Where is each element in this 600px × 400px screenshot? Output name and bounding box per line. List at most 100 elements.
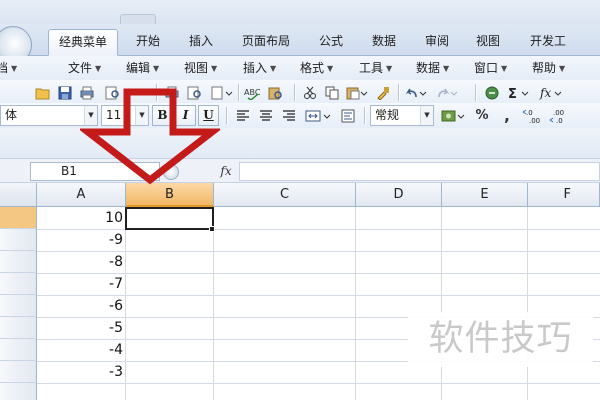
tab-insert[interactable]: 插入 bbox=[181, 29, 221, 56]
column-header-b[interactable]: B bbox=[126, 183, 214, 207]
insert-function-button[interactable]: fx bbox=[216, 162, 236, 181]
cell-a8[interactable]: -3 bbox=[37, 361, 125, 383]
tab-developer[interactable]: 开发工 bbox=[524, 29, 600, 56]
name-box[interactable]: B1 bbox=[30, 162, 160, 181]
undo-icon[interactable] bbox=[403, 82, 429, 103]
formula-input[interactable] bbox=[239, 162, 600, 181]
tab-view[interactable]: 视图 bbox=[468, 29, 508, 56]
tab-classic-menu[interactable]: 经典菜单 bbox=[48, 29, 118, 56]
chevron-down-icon: ▼ bbox=[153, 64, 160, 73]
excel-window: 经典菜单 开始 插入 页面布局 公式 数据 审阅 视图 开发工 档 ▼ 文件 ▼ 编… bbox=[0, 0, 600, 400]
toolbar-separator bbox=[364, 107, 365, 124]
font-size-select[interactable]: 11 ▼ bbox=[101, 105, 149, 126]
research-icon[interactable] bbox=[209, 82, 235, 103]
merge-center-icon[interactable] bbox=[303, 105, 333, 126]
cell-a6[interactable]: -5 bbox=[37, 317, 125, 339]
copy-icon[interactable] bbox=[322, 82, 342, 103]
menu-data[interactable]: 数据 ▼ bbox=[416, 60, 449, 77]
tab-formulas[interactable]: 公式 bbox=[311, 29, 351, 56]
menu-edit[interactable]: 编辑 ▼ bbox=[126, 60, 159, 77]
print-preview-icon[interactable] bbox=[185, 82, 205, 103]
print-icon[interactable] bbox=[162, 82, 182, 103]
italic-button[interactable]: I bbox=[175, 105, 196, 126]
spell-check-icon[interactable]: ABC bbox=[243, 82, 263, 103]
gridline bbox=[213, 207, 214, 400]
cell-a3[interactable]: -8 bbox=[37, 251, 125, 273]
fill-handle[interactable] bbox=[209, 226, 215, 232]
tab-review[interactable]: 审阅 bbox=[417, 29, 457, 56]
menu-tools[interactable]: 工具 ▼ bbox=[359, 60, 392, 77]
gridline bbox=[125, 207, 126, 400]
cell-a7[interactable]: -4 bbox=[37, 339, 125, 361]
column-header-e[interactable]: E bbox=[442, 183, 528, 207]
menu-file[interactable]: 文件 ▼ bbox=[68, 60, 101, 77]
align-left-icon[interactable] bbox=[233, 105, 253, 126]
column-header-d[interactable]: D bbox=[356, 183, 442, 207]
hyperlink-icon[interactable] bbox=[481, 82, 503, 103]
chevron-down-icon: ▼ bbox=[211, 64, 218, 73]
format-painter-icon[interactable] bbox=[373, 82, 393, 103]
cell-a4[interactable]: -7 bbox=[37, 273, 125, 295]
chevron-down-icon[interactable]: ▼ bbox=[135, 106, 148, 125]
save-icon[interactable] bbox=[56, 82, 74, 103]
print-icon[interactable] bbox=[78, 82, 96, 103]
decrease-decimal-icon[interactable]: .00.0 bbox=[548, 105, 572, 126]
increase-decimal-icon[interactable]: .0.00 bbox=[521, 105, 545, 126]
row-header[interactable] bbox=[0, 229, 37, 251]
tab-data[interactable]: 数据 bbox=[364, 29, 404, 56]
open-folder-icon[interactable] bbox=[34, 82, 52, 103]
ribbon-background bbox=[0, 128, 600, 158]
classic-menu-bar: 档 ▼ 文件 ▼ 编辑 ▼ 视图 ▼ 插入 ▼ 格式 ▼ 工具 ▼ 数据 ▼ 窗口 ▼ 帮助 ▼ bbox=[0, 56, 600, 80]
redo-icon[interactable] bbox=[434, 82, 460, 103]
chevron-down-icon[interactable]: ▼ bbox=[420, 106, 433, 125]
print-preview-icon[interactable] bbox=[104, 82, 122, 103]
chevron-down-icon: ▼ bbox=[443, 64, 450, 73]
svg-text:.0: .0 bbox=[556, 117, 563, 124]
row-header[interactable] bbox=[0, 361, 37, 383]
autosum-icon[interactable]: Σ bbox=[505, 82, 531, 103]
gridline bbox=[37, 383, 600, 384]
active-cell-b1[interactable] bbox=[125, 207, 214, 230]
row-header[interactable] bbox=[0, 207, 37, 229]
cell-a2[interactable]: -9 bbox=[37, 229, 125, 251]
chevron-down-icon: ▼ bbox=[501, 64, 508, 73]
row-header[interactable] bbox=[0, 273, 37, 295]
menu-all[interactable]: 档 ▼ bbox=[0, 60, 17, 77]
cut-icon[interactable] bbox=[300, 82, 320, 103]
number-format-select[interactable]: 常规 ▼ bbox=[370, 105, 434, 126]
font-name-select[interactable]: 体 ▼ bbox=[0, 105, 98, 126]
select-all-button[interactable] bbox=[0, 183, 37, 207]
column-header-f[interactable]: F bbox=[528, 183, 600, 207]
menu-insert[interactable]: 插入 ▼ bbox=[243, 60, 276, 77]
insert-function-icon[interactable]: fx bbox=[536, 82, 564, 103]
chevron-down-icon[interactable]: ▼ bbox=[84, 106, 97, 125]
bold-button[interactable]: B bbox=[152, 105, 173, 126]
row-header[interactable] bbox=[0, 383, 37, 400]
wrap-text-icon[interactable] bbox=[338, 105, 358, 126]
row-header[interactable] bbox=[0, 317, 37, 339]
row-header[interactable] bbox=[0, 251, 37, 273]
underline-button[interactable]: U bbox=[198, 105, 219, 126]
quick-access-tab[interactable] bbox=[120, 14, 156, 24]
paste-icon[interactable] bbox=[344, 82, 370, 103]
research-book-icon[interactable] bbox=[265, 82, 285, 103]
menu-view[interactable]: 视图 ▼ bbox=[184, 60, 217, 77]
name-box-resize-handle[interactable] bbox=[163, 164, 179, 180]
row-header[interactable] bbox=[0, 339, 37, 361]
column-header-a[interactable]: A bbox=[37, 183, 126, 207]
column-header-c[interactable]: C bbox=[214, 183, 356, 207]
menu-format[interactable]: 格式 ▼ bbox=[300, 60, 333, 77]
row-header[interactable] bbox=[0, 295, 37, 317]
percent-button[interactable]: % bbox=[472, 105, 492, 126]
menu-help[interactable]: 帮助 ▼ bbox=[532, 60, 565, 77]
currency-icon[interactable] bbox=[439, 105, 467, 126]
cell-a5[interactable]: -6 bbox=[37, 295, 125, 317]
comma-style-button[interactable]: , bbox=[498, 105, 516, 126]
tab-home[interactable]: 开始 bbox=[128, 29, 168, 56]
title-strip bbox=[0, 0, 600, 24]
cell-a1[interactable]: 10 bbox=[37, 207, 125, 229]
align-center-icon[interactable] bbox=[256, 105, 276, 126]
tab-page-layout[interactable]: 页面布局 bbox=[236, 29, 296, 56]
align-right-icon[interactable] bbox=[279, 105, 299, 126]
menu-window[interactable]: 窗口 ▼ bbox=[474, 60, 507, 77]
